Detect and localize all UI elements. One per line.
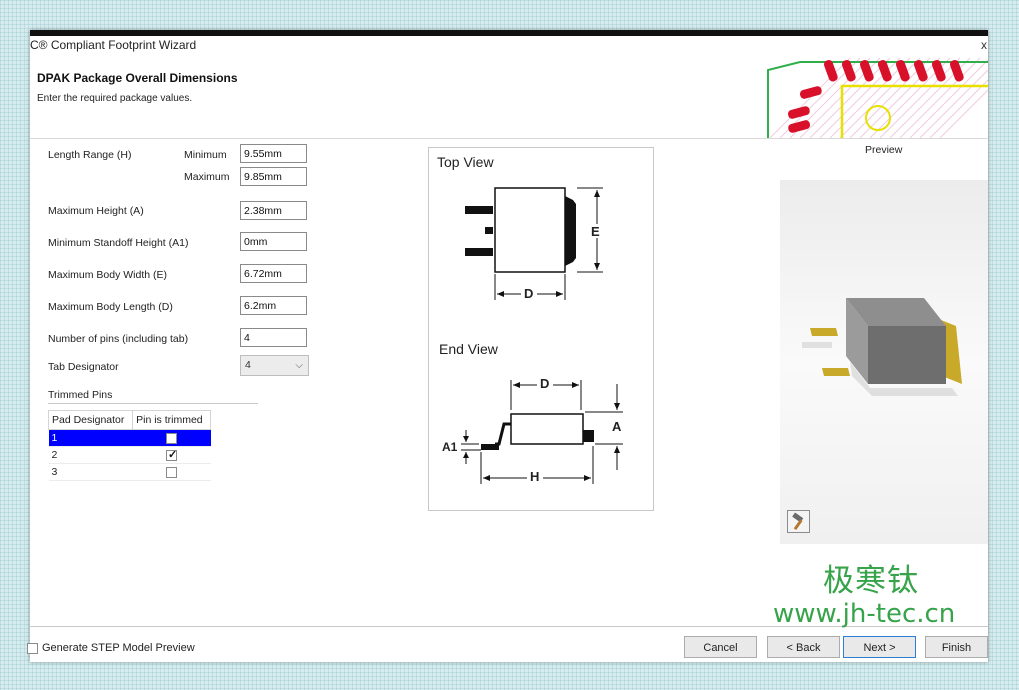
dim-label-d-end: D (540, 376, 550, 391)
trimmed-pins-table: Pad Designator Pin is trimmed 1 2 3 (47, 410, 211, 481)
header-divider (30, 138, 988, 139)
preview-label: Preview (865, 144, 903, 156)
dim-label-a: A (612, 419, 622, 434)
dim-label-e: E (591, 224, 600, 239)
column-header-pin-is-trimmed[interactable]: Pin is trimmed (132, 410, 211, 430)
title-bar (30, 30, 988, 36)
page-subtitle: Enter the required package values. (37, 93, 193, 104)
cancel-button[interactable]: Cancel (684, 636, 757, 658)
dim-label-h: H (530, 469, 540, 484)
num-pins-label: Number of pins (including tab) (48, 333, 189, 345)
step-preview-checkbox-row[interactable]: Generate STEP Model Preview (27, 642, 195, 654)
step-preview-label: Generate STEP Model Preview (42, 642, 195, 654)
trimmed-pins-title: Trimmed Pins (48, 389, 113, 401)
page-title: DPAK Package Overall Dimensions (37, 71, 238, 85)
table-row[interactable]: 1 (48, 429, 211, 447)
package-diagram: Top View End View E D D A A1 H (428, 147, 654, 511)
3d-preview-viewport[interactable] (780, 180, 988, 544)
chevron-down-icon: ⌵ (295, 360, 303, 371)
finish-button[interactable]: Finish (925, 636, 988, 658)
num-pins-input[interactable] (240, 328, 307, 347)
length-min-input[interactable] (240, 144, 307, 163)
tab-designator-select[interactable]: 4 ⌵ (240, 355, 309, 376)
pin-trimmed-checkbox[interactable] (166, 466, 178, 478)
dim-label-d-top: D (524, 286, 534, 301)
column-header-pad-designator[interactable]: Pad Designator (47, 410, 134, 430)
dim-label-a1: A1 (442, 440, 458, 454)
tab-designator-label: Tab Designator (48, 361, 119, 373)
table-row[interactable]: 3 (48, 463, 211, 481)
pad-designator-cell: 3 (48, 463, 133, 481)
trimmed-pins-divider (48, 403, 258, 404)
dpak-3d-model (802, 298, 962, 396)
length-range-label: Length Range (H) (48, 149, 132, 161)
length-max-input[interactable] (240, 167, 307, 186)
next-button[interactable]: Next > (843, 636, 916, 658)
pad-designator-cell: 1 (48, 429, 133, 447)
hammer-button[interactable] (787, 510, 810, 533)
max-height-label: Maximum Height (A) (48, 205, 144, 217)
max-height-input[interactable] (240, 201, 307, 220)
pad-designator-cell: 2 (48, 446, 133, 464)
hammer-icon (792, 512, 804, 531)
min-standoff-label: Minimum Standoff Height (A1) (48, 237, 189, 249)
max-body-length-label: Maximum Body Length (D) (48, 301, 173, 313)
table-row[interactable]: 2 (48, 446, 211, 464)
pcb-header-graphic (760, 58, 988, 138)
pin-trimmed-checkbox[interactable] (166, 432, 178, 444)
watermark-logo-text: 极寒钛 (823, 563, 919, 599)
max-body-width-label: Maximum Body Width (E) (48, 269, 168, 281)
package-drawing (441, 187, 624, 484)
back-button[interactable]: < Back (767, 636, 840, 658)
min-standoff-input[interactable] (240, 232, 307, 251)
maximum-label: Maximum (184, 171, 230, 183)
minimum-label: Minimum (184, 149, 227, 161)
max-body-length-input[interactable] (240, 296, 307, 315)
close-button[interactable]: x (981, 38, 987, 52)
pin-trimmed-checkbox[interactable] (166, 448, 177, 461)
max-body-width-input[interactable] (240, 264, 307, 283)
step-preview-checkbox[interactable] (27, 642, 38, 654)
window-title: C® Compliant Footprint Wizard (30, 38, 197, 52)
tab-designator-value: 4 (245, 359, 251, 371)
watermark-url: www.jh-tec.cn (773, 599, 956, 629)
